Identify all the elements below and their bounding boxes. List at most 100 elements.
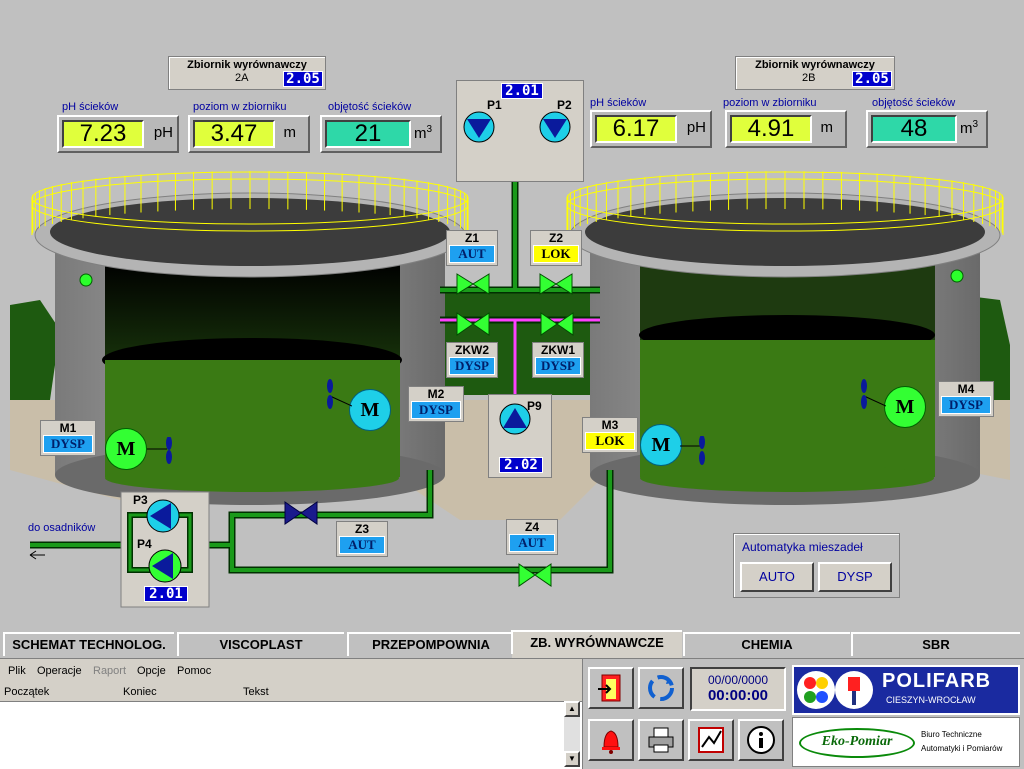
pump-p4[interactable] (147, 548, 183, 584)
valve-z4[interactable] (517, 562, 553, 588)
polifarb-brand: POLIFARB (882, 670, 992, 692)
mixer-m1-motor[interactable]: M (105, 428, 147, 470)
menu-operacje[interactable]: Operacje (37, 665, 82, 677)
tank-2b-level-unit: m (820, 119, 834, 136)
ekopomiar-brand: Eko-Pomiar (799, 728, 915, 758)
log-col-start[interactable]: Początek (4, 686, 49, 698)
tank-2b-ph-unit: pH (686, 119, 706, 136)
auto-button[interactable]: AUTO (740, 562, 814, 592)
scroll-down-icon[interactable]: ▼ (564, 751, 580, 767)
pump-p3[interactable] (145, 498, 181, 534)
tank-2a-code: 2.05 (283, 71, 323, 87)
log-scrollbar[interactable]: ▲ ▼ (564, 701, 580, 767)
mixer-m2-state: DYSP (411, 401, 461, 419)
valve-z4-tag[interactable]: Z4 AUT (506, 519, 558, 555)
valve-zkw2-state: DYSP (449, 357, 495, 375)
tank-2b-ph-display: 6.17 pH (590, 110, 712, 148)
mixer-m4-motor[interactable]: M (884, 386, 926, 428)
polifarb-logo: POLIFARB CIESZYN-WROCŁAW (792, 665, 1020, 715)
tab-chemia[interactable]: CHEMIA (683, 632, 850, 656)
pump-p9[interactable] (498, 402, 532, 436)
valve-z2-name: Z2 (548, 231, 563, 245)
tank-2b-ph-value: 6.17 (595, 115, 677, 143)
menu-bar (0, 659, 582, 683)
tank-2b-ph-label: pH ścieków (590, 97, 647, 109)
polifarb-sub: CIESZYN-WROCŁAW (886, 695, 976, 705)
menu-plik[interactable]: Plik (8, 665, 26, 677)
mixer-m1-name: M1 (59, 421, 77, 435)
info-button[interactable] (738, 719, 784, 761)
clock-date: 00/00/0000 (707, 673, 769, 687)
valve-zkw2-name: ZKW2 (455, 343, 489, 357)
clock-time: 00:00:00 (707, 687, 769, 704)
mixer-m4-name: M4 (957, 382, 975, 396)
tank-2a (31, 171, 469, 505)
tank-2a-volume-exp: 3 (426, 124, 432, 135)
ekopomiar-line1: Biuro Techniczne (921, 730, 982, 739)
mixer-m3-motor[interactable]: M (640, 424, 682, 466)
mixer-m2-motor[interactable]: M (349, 389, 391, 431)
tank-2a-ph-unit: pH (153, 124, 173, 141)
menu-raport[interactable]: Raport (93, 665, 126, 677)
tank-2a-volume-display: 21 m3 (320, 115, 442, 153)
exit-door-icon (598, 674, 621, 702)
tank-2b-level-value: 4.91 (730, 115, 812, 143)
menu-pomoc[interactable]: Pomoc (177, 665, 211, 677)
valve-z2-tag[interactable]: Z2 LOK (530, 230, 582, 266)
printer-icon (648, 727, 674, 753)
valve-zkw1-tag[interactable]: ZKW1 DYSP (532, 342, 584, 378)
mixer-m2-tag[interactable]: M2 DYSP (408, 386, 464, 422)
pump-p1[interactable] (462, 110, 496, 144)
log-col-end[interactable]: Koniec (123, 686, 157, 698)
pump-p2[interactable] (538, 110, 572, 144)
pump-p34-code: 2.01 (144, 586, 188, 602)
tab-bar: SCHEMAT TECHNOLOG. VISCOPLAST PRZEPOMPOW… (0, 630, 1024, 658)
valve-zkw1-state: DYSP (535, 357, 581, 375)
refresh-button[interactable] (638, 667, 684, 709)
tank-2a-level-value: 3.47 (193, 120, 275, 148)
valve-zkw1-name: ZKW1 (541, 343, 575, 357)
tank-2a-title-box: Zbiornik wyrównawczy 2A 2.05 (168, 56, 326, 90)
tank-2a-level-unit: m (283, 124, 297, 141)
tank-2a-ph-label: pH ścieków (62, 101, 119, 113)
tank-2b-title-box: Zbiornik wyrównawczy 2B 2.05 (735, 56, 895, 90)
mixer-m1-tag[interactable]: M1 DYSP (40, 420, 96, 456)
tab-przepompownia[interactable]: PRZEPOMPOWNIA (347, 632, 514, 656)
tank-2b-volume-label: objętość ścieków (872, 97, 956, 109)
chart-icon (698, 727, 724, 753)
trend-button[interactable] (688, 719, 734, 761)
tank-2b-volume-unit: m (959, 120, 973, 137)
valve-zkw1[interactable] (539, 311, 575, 337)
tab-sbr[interactable]: SBR (851, 632, 1020, 656)
valve-z2-state: LOK (533, 245, 579, 263)
tab-zb-wyrownawcze[interactable]: ZB. WYRÓWNAWCZE (511, 630, 682, 658)
ekopomiar-logo: Eko-Pomiar Biuro Techniczne Automatyki i… (792, 717, 1020, 767)
tank-2a-sub: 2A (235, 72, 249, 84)
tank-2a-ph-display: 7.23 pH (57, 115, 179, 153)
tank-2b (566, 171, 1004, 505)
mixer-m3-tag[interactable]: M3 LOK (582, 417, 638, 453)
scroll-up-icon[interactable]: ▲ (564, 701, 580, 717)
tank-2b-title: Zbiornik wyrównawczy (755, 59, 875, 71)
valve-z3-tag[interactable]: Z3 AUT (336, 521, 388, 557)
menu-opcje[interactable]: Opcje (137, 665, 166, 677)
valve-z1[interactable] (455, 272, 491, 296)
print-button[interactable] (638, 719, 684, 761)
dysp-button[interactable]: DYSP (818, 562, 892, 592)
tank-2a-level-label: poziom w zbiorniku (193, 101, 287, 113)
valve-z1-tag[interactable]: Z1 AUT (446, 230, 498, 266)
mixer-m4-tag[interactable]: M4 DYSP (938, 381, 994, 417)
tank-2a-volume-label: objętość ścieków (328, 101, 412, 113)
valve-zkw2[interactable] (455, 311, 491, 337)
tank-2b-volume-value: 48 (871, 115, 957, 143)
tab-schemat[interactable]: SCHEMAT TECHNOLOG. (3, 632, 174, 656)
exit-button[interactable] (588, 667, 634, 709)
alarm-button[interactable] (588, 719, 634, 761)
tab-viscoplast[interactable]: VISCOPLAST (177, 632, 344, 656)
valve-zkw2-tag[interactable]: ZKW2 DYSP (446, 342, 498, 378)
log-col-text[interactable]: Tekst (243, 686, 269, 698)
valve-z3[interactable] (283, 500, 319, 526)
valve-z2[interactable] (538, 272, 574, 296)
outlet-label: do osadników (28, 522, 96, 534)
tank-2a-level-display: 3.47 m (188, 115, 310, 153)
